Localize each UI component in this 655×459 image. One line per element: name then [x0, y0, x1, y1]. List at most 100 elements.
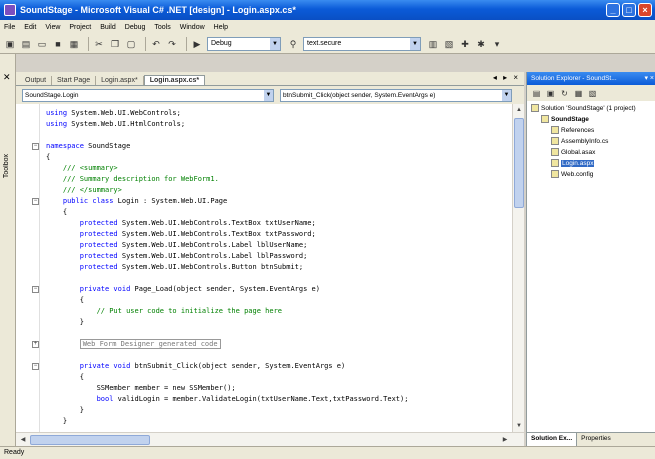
- code-line: private void Page_Load(object sender, Sy…: [46, 284, 320, 295]
- solution-explorer-title: Solution Explorer - SoundSt...: [531, 75, 617, 82]
- add-item-icon[interactable]: ▤: [20, 38, 32, 50]
- menu-file[interactable]: File: [4, 24, 15, 31]
- fold-toggle-icon[interactable]: −: [32, 363, 39, 370]
- editor-gutter: [16, 104, 40, 432]
- code-text: }: [46, 318, 84, 326]
- code-text: }: [46, 406, 84, 414]
- menu-view[interactable]: View: [45, 24, 60, 31]
- code-text: System.Web.UI.WebControls.TextBox txtUse…: [117, 219, 316, 227]
- find-icon[interactable]: ⚲: [287, 38, 299, 50]
- tab-login-aspx-cs[interactable]: Login.aspx.cs*: [143, 75, 206, 85]
- menu-tools[interactable]: Tools: [154, 24, 170, 31]
- view-code-icon[interactable]: ▤: [531, 88, 542, 99]
- maximize-button[interactable]: □: [622, 3, 636, 17]
- editor-horizontal-scrollbar[interactable]: ◀ ▶: [16, 432, 524, 446]
- code-text: }: [46, 417, 68, 425]
- tree-item[interactable]: Login.aspx: [551, 159, 595, 169]
- code-editor[interactable]: using System.Web.UI.WebControls; using Sy…: [16, 104, 512, 432]
- fold-toggle-icon[interactable]: −: [32, 198, 39, 205]
- refresh-icon[interactable]: ↻: [559, 88, 570, 99]
- code-line: }: [46, 317, 84, 328]
- tab-solution-explorer[interactable]: Solution Ex...: [527, 433, 578, 446]
- close-button[interactable]: ×: [638, 3, 652, 17]
- solution-icon: [531, 104, 539, 113]
- member-dropdown[interactable]: btnSubmit_Click(object sender, System.Ev…: [280, 88, 512, 102]
- code-line: Web Form Designer generated code: [46, 339, 221, 350]
- code-text: validLogin = member.ValidateLogin(txtUse…: [113, 395, 409, 403]
- fold-toggle-icon[interactable]: −: [32, 286, 39, 293]
- save-icon[interactable]: ■: [52, 38, 64, 50]
- chevron-down-icon: ▼: [410, 37, 420, 50]
- code-comment: // Put user code to initialize the page …: [46, 307, 283, 315]
- status-bar: Ready: [0, 446, 655, 459]
- tree-item[interactable]: Global.asax: [551, 148, 595, 158]
- scroll-right-icon[interactable]: ▶: [500, 435, 510, 445]
- properties-icon[interactable]: ▧: [443, 38, 455, 50]
- code-text: btnSubmit_Click(object sender, System.Ev…: [130, 362, 346, 370]
- undo-icon[interactable]: ↶: [150, 38, 162, 50]
- view-designer-icon[interactable]: ▣: [545, 88, 556, 99]
- properties-icon[interactable]: ▧: [587, 88, 598, 99]
- document-tabs: Output Start Page Login.aspx* Login.aspx…: [16, 72, 524, 86]
- code-keyword: private void: [46, 285, 131, 293]
- save-all-icon[interactable]: ▦: [68, 38, 80, 50]
- menu-debug[interactable]: Debug: [125, 24, 146, 31]
- code-keyword: namespace: [46, 142, 84, 150]
- scroll-left-icon[interactable]: ◀: [18, 435, 28, 445]
- code-line: using System.Web.UI.HtmlControls;: [46, 119, 185, 130]
- tab-navigation-controls[interactable]: ◂ ▸ ×: [493, 73, 520, 82]
- menu-window[interactable]: Window: [180, 24, 205, 31]
- menu-help[interactable]: Help: [214, 24, 228, 31]
- toolbox-strip[interactable]: ✕ Toolbox: [0, 54, 16, 446]
- tree-item[interactable]: References: [551, 126, 594, 136]
- collapsed-region[interactable]: Web Form Designer generated code: [79, 339, 221, 349]
- cut-icon[interactable]: ✂: [93, 38, 105, 50]
- panel-header-buttons[interactable]: ▾ ×: [644, 72, 654, 85]
- redo-icon[interactable]: ↷: [166, 38, 178, 50]
- code-text: {: [46, 208, 68, 216]
- scroll-up-icon[interactable]: ▲: [514, 105, 524, 115]
- editor-vertical-scrollbar[interactable]: ▲ ▼: [512, 104, 524, 432]
- toolbox-icon[interactable]: ✚: [459, 38, 471, 50]
- menu-bar: File Edit View Project Build Debug Tools…: [0, 20, 655, 34]
- fold-toggle-icon[interactable]: −: [32, 143, 39, 150]
- chevron-down-icon: ▼: [270, 37, 280, 50]
- code-line: protected System.Web.UI.WebControls.Labe…: [46, 240, 308, 251]
- fold-toggle-icon[interactable]: +: [32, 341, 39, 348]
- code-line: /// Summary description for WebForm1.: [46, 174, 219, 185]
- start-icon[interactable]: ▶: [191, 38, 203, 50]
- class-dropdown[interactable]: SoundStage.Login ▼: [22, 88, 274, 102]
- solution-explorer-icon[interactable]: ▥: [427, 38, 439, 50]
- show-all-files-icon[interactable]: ▦: [573, 88, 584, 99]
- tree-item[interactable]: AssemblyInfo.cs: [551, 137, 608, 147]
- paste-icon[interactable]: ▢: [125, 38, 137, 50]
- tab-properties[interactable]: Properties: [577, 433, 615, 446]
- tree-item[interactable]: SoundStage: [541, 115, 589, 125]
- minimize-button[interactable]: _: [606, 3, 620, 17]
- code-line: }: [46, 405, 84, 416]
- menu-project[interactable]: Project: [69, 24, 91, 31]
- toolbar-options-icon[interactable]: ▾: [491, 38, 503, 50]
- scroll-down-icon[interactable]: ▼: [514, 421, 524, 431]
- code-keyword: protected: [46, 230, 118, 238]
- file-icon: [551, 126, 559, 135]
- open-file-icon[interactable]: ▭: [36, 38, 48, 50]
- tree-item[interactable]: Web.config: [551, 170, 593, 180]
- tab-output[interactable]: Output: [20, 76, 53, 85]
- copy-icon[interactable]: ❐: [109, 38, 121, 50]
- menu-build[interactable]: Build: [100, 24, 116, 31]
- find-combo[interactable]: text.secure ▼: [303, 36, 421, 51]
- tab-login-aspx[interactable]: Login.aspx*: [96, 76, 144, 85]
- code-line: }: [46, 416, 67, 427]
- menu-edit[interactable]: Edit: [24, 24, 36, 31]
- horizontal-scroll-thumb[interactable]: [30, 435, 150, 445]
- configuration-combo[interactable]: Debug ▼: [207, 36, 281, 51]
- vertical-scroll-thumb[interactable]: [514, 118, 524, 208]
- code-keyword: protected: [46, 219, 118, 227]
- code-line: {: [46, 295, 84, 306]
- code-line: {: [46, 372, 84, 383]
- new-project-icon[interactable]: ▣: [4, 38, 16, 50]
- tree-item[interactable]: Solution 'SoundStage' (1 project): [531, 104, 636, 114]
- tab-start-page[interactable]: Start Page: [52, 76, 97, 85]
- class-view-icon[interactable]: ✱: [475, 38, 487, 50]
